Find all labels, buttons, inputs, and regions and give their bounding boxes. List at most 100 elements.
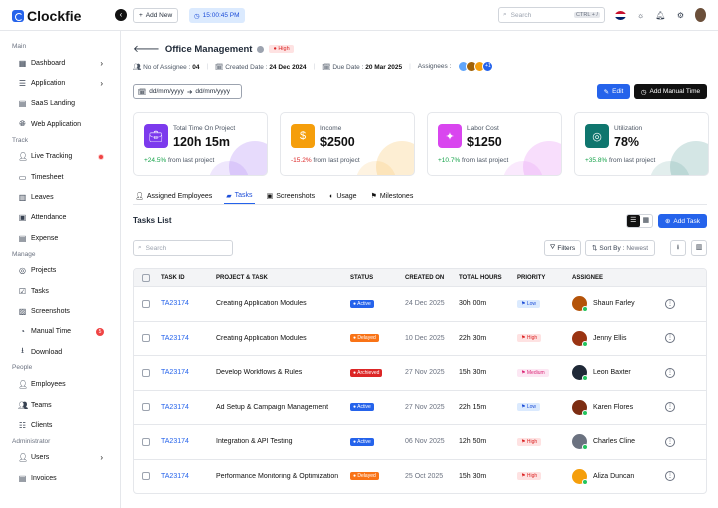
sidebar-item-manual-time[interactable]: ◔ Manual Time 5 <box>0 322 120 342</box>
info-icon[interactable] <box>257 45 265 53</box>
sort-by-dropdown[interactable]: ⇅ Sort By : Newest <box>585 240 655 256</box>
add-task-button[interactable]: ⊕ Add Task <box>658 214 707 228</box>
row-actions-cell[interactable]: ⋮ <box>665 367 685 378</box>
add-new-button[interactable]: + Add New <box>133 8 179 23</box>
notification-bell-icon[interactable]: 🔔︎ <box>655 11 666 20</box>
row-actions-cell[interactable]: ⋮ <box>665 298 685 309</box>
task-id-link[interactable]: TA23174 <box>161 404 216 411</box>
sidebar-item-live-tracking[interactable]: 👤︎ Live Tracking <box>0 147 120 167</box>
back-arrow-icon[interactable]: 🡐 <box>133 43 160 55</box>
sidebar-item-invoices[interactable]: ▤ Invoices <box>0 468 120 488</box>
row-checkbox[interactable] <box>142 472 150 481</box>
row-checkbox[interactable] <box>142 299 150 308</box>
avatar <box>572 365 588 382</box>
sidebar-item-saas-landing[interactable]: ▤ SaaS Landing <box>0 94 120 114</box>
more-options-icon[interactable]: ⋮ <box>665 436 675 447</box>
assignee-avatars[interactable]: +1 <box>458 61 494 72</box>
list-view-icon[interactable]: ☰ <box>627 215 640 227</box>
task-id-link[interactable]: TA23174 <box>161 473 216 480</box>
live-indicator <box>98 153 104 160</box>
sidebar-item-label: Leaves <box>31 194 54 202</box>
priority-badge: ⚑ High <box>517 437 542 446</box>
more-options-icon[interactable]: ⋮ <box>665 333 675 344</box>
timer-button[interactable]: ◷ 15:00:45 PM <box>189 8 245 23</box>
app-logo[interactable]: Clockfie <box>12 8 81 24</box>
sidebar-item-web-application[interactable]: 🌐︎ Web Application <box>0 114 120 134</box>
language-flag-icon[interactable] <box>615 10 626 20</box>
sidebar-item-teams[interactable]: 👥︎ Teams <box>0 395 120 415</box>
task-id-link[interactable]: TA23174 <box>161 438 216 445</box>
application-icon: ☰ <box>18 79 27 89</box>
sidebar-item-employees[interactable]: 👤︎ Employees <box>0 374 120 394</box>
sidebar-item-projects[interactable]: ◎ Projects <box>0 261 120 281</box>
sidebar-item-tasks[interactable]: ☑ Tasks <box>0 281 120 301</box>
chevron-right-icon[interactable]: › <box>100 59 103 68</box>
row-checkbox[interactable] <box>142 368 150 377</box>
sidebar-item-leaves[interactable]: ▥ Leaves <box>0 187 120 207</box>
export-button[interactable]: ⭳ <box>670 240 686 256</box>
grid-view-icon[interactable]: ▦ <box>640 215 653 227</box>
tab-assigned-employees[interactable]: 👤︎ Assigned Employees <box>133 188 214 204</box>
sidebar-item-dashboard[interactable]: ▦ Dashboard › <box>0 53 120 73</box>
columns-button[interactable]: ▥ <box>691 240 707 256</box>
view-toggle[interactable]: ☰ ▦ <box>626 214 653 228</box>
task-search-input[interactable]: ⌕ Search <box>133 240 233 256</box>
select-all-checkbox[interactable] <box>142 273 150 282</box>
tab-screenshots[interactable]: ▣ Screenshots <box>265 188 318 204</box>
stat-trend: -15.2% from last project <box>291 157 360 164</box>
sidebar-item-timesheet[interactable]: ▭ Timesheet <box>0 167 120 187</box>
tab-usage[interactable]: ◐ Usage <box>327 188 358 204</box>
global-search-input[interactable]: ⌕ Search CTRL + / <box>498 7 605 23</box>
chevron-right-icon[interactable]: › <box>100 453 103 462</box>
filter-icon: ⛛ <box>549 244 556 251</box>
user-avatar[interactable] <box>695 8 706 22</box>
edit-button[interactable]: ✎ Edit <box>597 84 630 99</box>
sidebar-collapse-button[interactable]: ‹ <box>115 9 127 21</box>
row-select-cell[interactable] <box>134 299 161 308</box>
task-id-link[interactable]: TA23174 <box>161 335 216 342</box>
sidebar-item-screenshots[interactable]: ▨ Screenshots <box>0 301 120 321</box>
row-actions-cell[interactable]: ⋮ <box>665 471 685 482</box>
filters-button[interactable]: ⛛ Filters <box>544 240 581 256</box>
projects-icon: ◎ <box>19 266 26 276</box>
row-checkbox[interactable] <box>142 403 150 412</box>
settings-gear-icon[interactable]: ⚙ <box>675 11 686 20</box>
sidebar-item-expense[interactable]: ▤ Expense <box>0 228 120 248</box>
tab-label: Milestones <box>379 192 414 200</box>
chevron-right-icon[interactable]: › <box>100 79 103 88</box>
add-manual-time-button[interactable]: ◷ Add Manual Time <box>634 84 707 99</box>
due-date: 🗓︎ Due Date : 20 Mar 2025 <box>322 63 403 71</box>
sidebar-item-download[interactable]: ⭳ Download <box>0 342 120 362</box>
row-select-cell[interactable] <box>134 334 161 343</box>
more-options-icon[interactable]: ⋮ <box>665 367 675 378</box>
assignee-name: Shaun Farley <box>593 300 635 308</box>
sidebar-item-attendance[interactable]: ▣ Attendance <box>0 208 120 228</box>
row-select-cell[interactable] <box>134 437 161 446</box>
tab-tasks[interactable]: ▰ Tasks <box>224 188 255 204</box>
row-actions-cell[interactable]: ⋮ <box>665 436 685 447</box>
task-id-link[interactable]: TA23174 <box>161 300 216 307</box>
teams-icon: 👥︎ <box>18 400 29 410</box>
row-select-cell[interactable] <box>134 368 161 377</box>
sidebar-item-application[interactable]: ☰ Application › <box>0 73 120 93</box>
theme-toggle-icon[interactable]: ☼ <box>635 11 646 20</box>
sidebar-item-users[interactable]: 👤︎ Users › <box>0 448 120 468</box>
task-id-link[interactable]: TA23174 <box>161 369 216 376</box>
tab-milestones[interactable]: ⚑ Milestones <box>369 188 416 204</box>
more-options-icon[interactable]: ⋮ <box>665 402 675 413</box>
row-select-cell[interactable] <box>134 472 161 481</box>
row-actions-cell[interactable]: ⋮ <box>665 402 685 413</box>
tasks-table: TASK ID PROJECT & TASK STATUS CREATED ON TOT… <box>133 268 707 494</box>
row-select-cell[interactable] <box>134 403 161 412</box>
date-range-picker[interactable]: 🗓︎ dd/mm/yyyy ➔ dd/mm/yyyy <box>133 84 242 99</box>
row-checkbox[interactable] <box>142 437 150 446</box>
row-actions-cell[interactable]: ⋮ <box>665 333 685 344</box>
sidebar-item-clients[interactable]: ☷ Clients <box>0 415 120 435</box>
select-all-cell[interactable] <box>134 273 161 282</box>
row-checkbox[interactable] <box>142 334 150 343</box>
table-row: TA23174 Creating Application Modules ● Act… <box>134 286 706 321</box>
more-options-icon[interactable]: ⋮ <box>665 471 675 482</box>
stat-card: ◎ Utilization 78% +35.8% from last project <box>574 112 709 176</box>
more-options-icon[interactable]: ⋮ <box>665 298 675 309</box>
avatar <box>572 330 588 347</box>
